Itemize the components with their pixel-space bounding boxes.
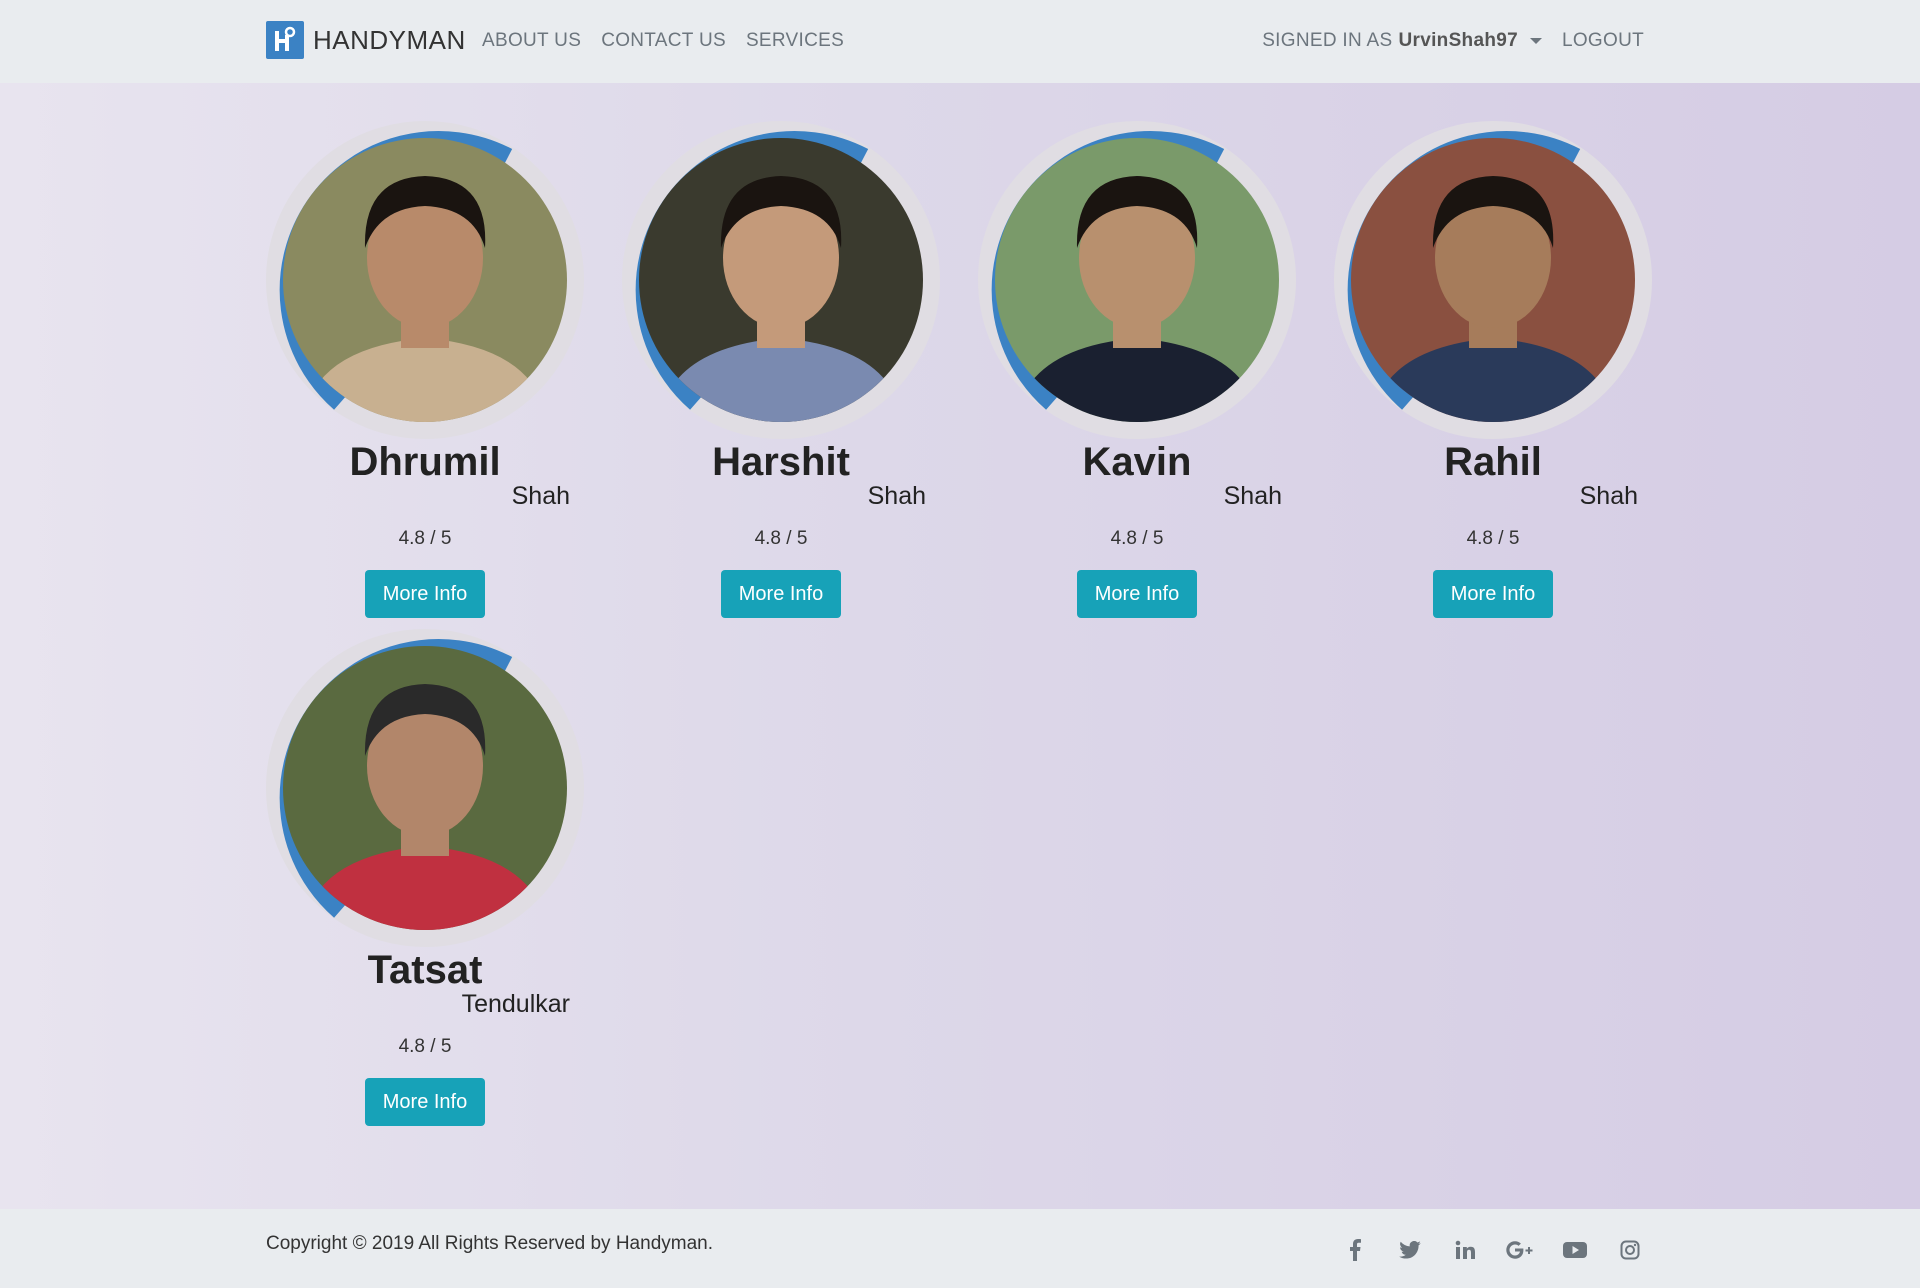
- more-info-button[interactable]: More Info: [365, 1078, 485, 1126]
- avatar: [639, 138, 923, 422]
- worker-last-name: Shah: [1223, 482, 1282, 510]
- worker-card: Tatsat Tendulkar 4.8 / 5 More Info: [265, 628, 585, 1128]
- more-info-button[interactable]: More Info: [1433, 570, 1553, 618]
- linkedin-icon[interactable]: [1450, 1237, 1480, 1263]
- navbar: HANDYMAN ABOUT US CONTACT US SERVICES SI…: [0, 0, 1920, 83]
- worker-rating: 4.8 / 5: [1110, 528, 1164, 549]
- worker-first-name: Harshit: [712, 440, 850, 484]
- more-info-button[interactable]: More Info: [721, 570, 841, 618]
- google-plus-icon[interactable]: [1505, 1237, 1535, 1263]
- instagram-icon[interactable]: [1615, 1237, 1645, 1263]
- avatar: [1351, 138, 1635, 422]
- nav-links: ABOUT US CONTACT US SERVICES: [482, 30, 864, 52]
- twitter-icon[interactable]: [1395, 1237, 1425, 1263]
- youtube-icon[interactable]: [1560, 1237, 1590, 1263]
- logout-link[interactable]: LOGOUT: [1562, 30, 1644, 52]
- brand-name: HANDYMAN: [313, 24, 466, 55]
- nav-contact-us[interactable]: CONTACT US: [601, 30, 726, 52]
- copyright-text: Copyright © 2019 All Rights Reserved by …: [266, 1233, 714, 1254]
- worker-rating: 4.8 / 5: [754, 528, 808, 549]
- nav-right: SIGNED IN AS UrvinShah97 LOGOUT: [1262, 30, 1644, 52]
- worker-first-name: Tatsat: [367, 948, 483, 992]
- signed-in-label: SIGNED IN AS: [1262, 30, 1393, 51]
- worker-last-name: Shah: [867, 482, 926, 510]
- worker-card: Rahil Shah 4.8 / 5 More Info: [1333, 120, 1653, 620]
- worker-last-name: Tendulkar: [461, 990, 570, 1018]
- worker-card: Harshit Shah 4.8 / 5 More Info: [621, 120, 941, 620]
- caret-down-icon: [1529, 38, 1542, 44]
- nav-about-us[interactable]: ABOUT US: [482, 30, 581, 52]
- more-info-button[interactable]: More Info: [365, 570, 485, 618]
- facebook-icon[interactable]: [1340, 1237, 1370, 1263]
- username: UrvinShah97: [1398, 30, 1518, 51]
- avatar: [283, 646, 567, 930]
- brand-link[interactable]: HANDYMAN: [266, 21, 466, 59]
- worker-first-name: Kavin: [1082, 440, 1192, 484]
- worker-card: Kavin Shah 4.8 / 5 More Info: [977, 120, 1297, 620]
- social-links: [1340, 1237, 1670, 1263]
- worker-last-name: Shah: [1579, 482, 1638, 510]
- avatar: [283, 138, 567, 422]
- nav-services[interactable]: SERVICES: [746, 30, 844, 52]
- footer: Copyright © 2019 All Rights Reserved by …: [0, 1209, 1920, 1288]
- worker-rating: 4.8 / 5: [398, 1036, 452, 1057]
- avatar: [995, 138, 1279, 422]
- more-info-button[interactable]: More Info: [1077, 570, 1197, 618]
- worker-first-name: Rahil: [1444, 440, 1542, 484]
- worker-first-name: Dhrumil: [349, 440, 501, 484]
- worker-rating: 4.8 / 5: [398, 528, 452, 549]
- user-dropdown[interactable]: SIGNED IN AS UrvinShah97: [1262, 30, 1542, 52]
- handyman-logo-icon: [266, 21, 304, 59]
- worker-card: Dhrumil Shah 4.8 / 5 More Info: [265, 120, 585, 620]
- worker-last-name: Shah: [511, 482, 570, 510]
- worker-rating: 4.8 / 5: [1466, 528, 1520, 549]
